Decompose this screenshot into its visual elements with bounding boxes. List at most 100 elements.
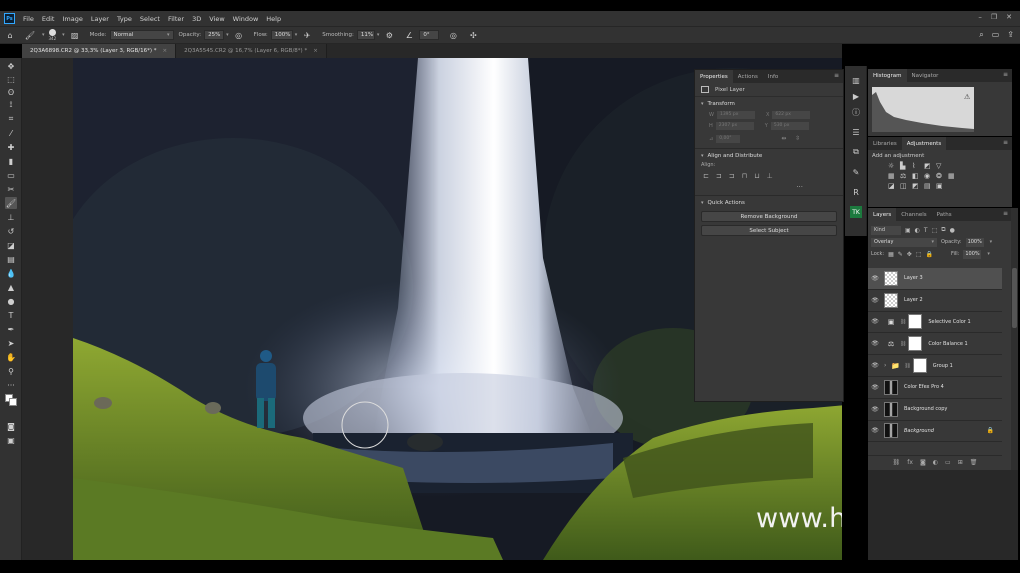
menu-edit[interactable]: Edit <box>38 15 59 23</box>
width-field[interactable]: 1395 px <box>716 110 755 119</box>
menu-help[interactable]: Help <box>262 15 285 23</box>
close-icon[interactable]: ✕ <box>1006 13 1012 21</box>
scrollbar-thumb[interactable] <box>1012 268 1017 328</box>
sharpen-tool-icon[interactable]: ▲ <box>5 281 17 293</box>
screen-mode-icon[interactable]: ▣ <box>5 434 17 446</box>
angle-field[interactable]: 0° <box>419 30 440 40</box>
flip-vertical-icon[interactable]: ⇳ <box>795 135 800 142</box>
vibrance-icon[interactable]: ▽ <box>936 162 947 170</box>
share-icon[interactable]: ⇪ <box>1007 30 1014 40</box>
menu-view[interactable]: View <box>205 15 228 23</box>
mask-link-icon[interactable]: ⛓ <box>900 319 906 325</box>
layer-row[interactable]: 👁 › 📁 ⛓ Group 1 <box>868 355 1002 377</box>
filter-smart-object-icon[interactable]: ⧉ <box>941 226 945 234</box>
panel-menu-icon[interactable]: ≡ <box>1003 71 1008 78</box>
clone-stamp-tool-icon[interactable]: ⊥ <box>5 211 17 223</box>
menu-3d[interactable]: 3D <box>188 15 205 23</box>
layer-opacity-field[interactable]: 100% <box>965 237 984 247</box>
flip-horizontal-icon[interactable]: ⇹ <box>781 135 786 142</box>
link-layers-icon[interactable]: ⛓ <box>893 459 901 466</box>
tab-actions[interactable]: Actions <box>733 70 763 83</box>
visibility-eye-icon[interactable]: 👁 <box>868 406 882 413</box>
mask-link-icon[interactable]: ⛓ <box>904 363 910 369</box>
chevron-down-icon[interactable]: ▾ <box>42 32 45 38</box>
more-tools-icon[interactable]: ··· <box>5 379 17 391</box>
brush-tool-icon[interactable]: 🖌 <box>5 197 17 209</box>
new-adjustment-icon[interactable]: ◐ <box>933 459 938 466</box>
align-bottom-icon[interactable]: ⊥ <box>767 172 773 180</box>
smoothing-field[interactable]: 11% <box>356 30 375 40</box>
search-icon[interactable]: ⌕ <box>979 30 983 40</box>
filter-toggle-icon[interactable]: ● <box>950 227 955 234</box>
tab-layers[interactable]: Layers <box>868 208 897 221</box>
camera-raw-icon[interactable]: R <box>850 186 862 198</box>
chevron-down-icon[interactable]: ▾ <box>226 32 229 38</box>
posterize-icon[interactable]: ◫ <box>900 182 911 190</box>
warning-icon[interactable]: ⚠ <box>964 93 970 101</box>
mask-link-icon[interactable]: ⛓ <box>900 341 906 347</box>
opacity-field[interactable]: 25% <box>204 30 225 40</box>
filter-adjustment-icon[interactable]: ◐ <box>915 227 920 234</box>
blur-tool-icon[interactable]: 💧 <box>5 267 17 279</box>
align-middle-icon[interactable]: ⊔ <box>754 172 759 180</box>
menu-layer[interactable]: Layer <box>87 15 113 23</box>
info-icon[interactable]: ⓘ <box>850 106 862 118</box>
color-swatches-icon[interactable] <box>5 394 17 406</box>
hue-saturation-icon[interactable]: ▦ <box>888 172 899 180</box>
visibility-eye-icon[interactable]: 👁 <box>868 427 882 434</box>
quick-mask-icon[interactable]: ◙ <box>5 420 17 432</box>
y-field[interactable]: 530 px <box>770 121 809 130</box>
visibility-eye-icon[interactable]: 👁 <box>868 275 882 282</box>
tab-navigator[interactable]: Navigator <box>907 69 944 82</box>
brush-settings-icon[interactable]: ▨ <box>69 29 81 41</box>
blend-mode-dropdown[interactable]: Overlay ▾ <box>871 237 937 247</box>
lock-position-icon[interactable]: ✥ <box>907 251 912 258</box>
panel-menu-icon[interactable]: ≡ <box>1003 210 1008 217</box>
black-white-icon[interactable]: ◧ <box>912 172 923 180</box>
brush-tool-icon[interactable]: 🖌 <box>24 29 36 41</box>
fill-field[interactable]: 100% <box>963 249 982 259</box>
layer-mask-thumbnail[interactable] <box>908 314 923 330</box>
lasso-tool-icon[interactable]: ʘ <box>5 86 17 98</box>
menu-window[interactable]: Window <box>229 15 263 23</box>
align-left-icon[interactable]: ⊏ <box>703 172 709 180</box>
plugin-icon[interactable]: TK <box>850 206 862 218</box>
height-field[interactable]: 2307 px <box>715 121 754 130</box>
chevron-down-icon[interactable]: ▾ <box>62 32 65 38</box>
path-select-tool-icon[interactable]: ➤ <box>5 337 17 349</box>
transform-section-header[interactable]: ▾ Transform <box>695 97 843 109</box>
crop-tool-icon[interactable]: ⌗ <box>5 113 17 125</box>
brush-preset-picker[interactable]: 342 <box>49 29 56 41</box>
chevron-down-icon[interactable]: ▾ <box>987 251 990 257</box>
chevron-down-icon[interactable]: ▾ <box>377 32 380 38</box>
filter-pixel-icon[interactable]: ▣ <box>905 227 911 234</box>
tab-histogram[interactable]: Histogram <box>868 69 907 82</box>
document-tab[interactable]: 2Q3A6898.CR2 @ 33,3% (Layer 3, RGB/16*) … <box>22 44 177 58</box>
layer-row[interactable]: 👁 Background 🔒 <box>868 421 1002 443</box>
document-tab[interactable]: 2Q3A5545.CR2 @ 16,7% (Layer 6, RGB/8*) *… <box>176 44 327 58</box>
marquee-tool-icon[interactable]: ⬚ <box>5 73 17 85</box>
close-tab-icon[interactable]: × <box>313 48 318 54</box>
minimize-icon[interactable]: – <box>978 13 982 21</box>
panel-menu-icon[interactable]: ≡ <box>1003 139 1008 146</box>
add-mask-icon[interactable]: ◙ <box>920 459 926 466</box>
tab-adjustments[interactable]: Adjustments <box>901 137 947 150</box>
spot-healing-tool-icon[interactable]: ▮ <box>5 155 17 167</box>
exposure-icon[interactable]: ◩ <box>924 162 935 170</box>
gradient-tool-icon[interactable]: ▤ <box>5 253 17 265</box>
scissors-icon[interactable]: ✂ <box>5 183 17 195</box>
hand-tool-icon[interactable]: ✋ <box>5 351 17 363</box>
brush-settings-panel-icon[interactable]: ✎ <box>850 166 862 178</box>
tab-properties[interactable]: Properties <box>695 70 733 83</box>
more-options-icon[interactable]: ··· <box>695 183 843 191</box>
align-center-h-icon[interactable]: ⊐ <box>716 172 722 180</box>
healing-brush-tool-icon[interactable]: ✚ <box>5 141 17 153</box>
new-layer-icon[interactable]: ⊞ <box>958 459 963 466</box>
lock-all-icon[interactable]: 🔒 <box>926 251 933 258</box>
mode-dropdown[interactable]: Normal ▾ <box>109 30 174 40</box>
tab-info[interactable]: Info <box>763 70 783 83</box>
layer-row[interactable]: 👁 Color Efex Pro 4 <box>868 377 1002 399</box>
tab-libraries[interactable]: Libraries <box>868 137 902 150</box>
menu-type[interactable]: Type <box>113 15 136 23</box>
new-group-icon[interactable]: ▭ <box>945 459 951 466</box>
